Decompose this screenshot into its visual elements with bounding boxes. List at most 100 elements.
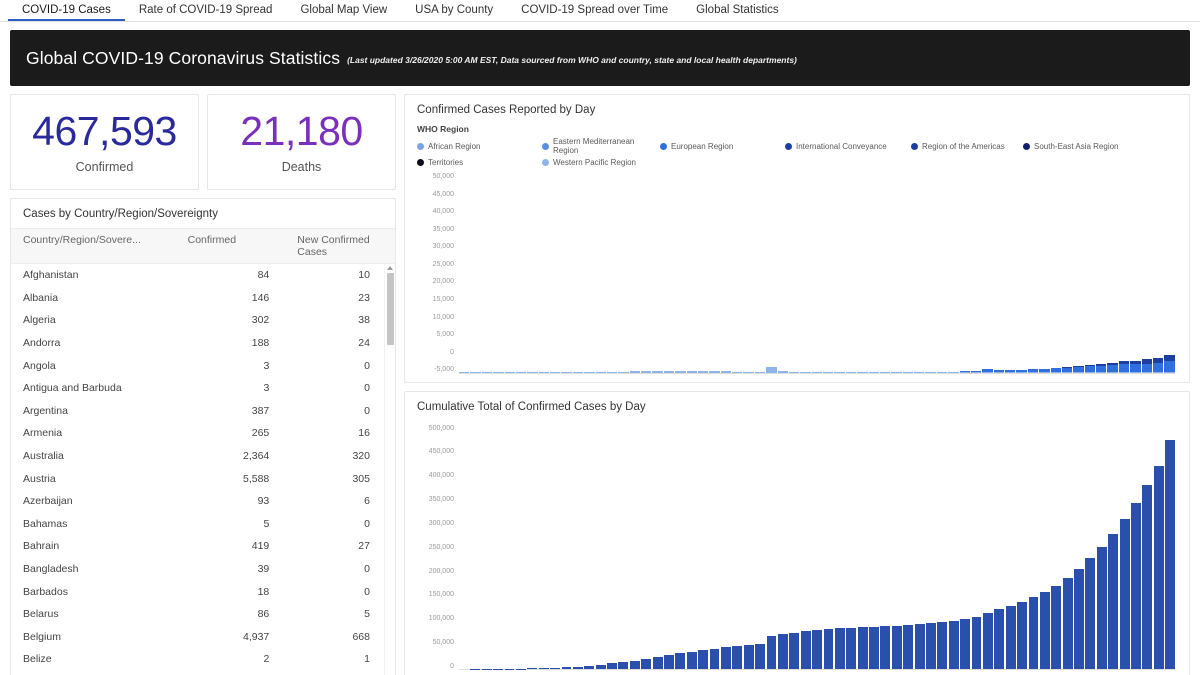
tab-global-map-view[interactable]: Global Map View — [286, 0, 401, 21]
daily-bar[interactable] — [470, 173, 480, 373]
daily-bar[interactable] — [709, 173, 719, 373]
daily-bar[interactable] — [1062, 173, 1072, 373]
daily-bar[interactable] — [1085, 173, 1095, 373]
cumulative-bar[interactable] — [607, 663, 617, 669]
table-row[interactable]: Antigua and Barbuda30 — [11, 377, 384, 400]
table-row[interactable]: Algeria30238 — [11, 309, 384, 332]
daily-bar[interactable] — [948, 173, 958, 373]
cumulative-bar[interactable] — [812, 630, 822, 669]
table-row[interactable]: Belgium4,937668 — [11, 626, 384, 649]
daily-bar[interactable] — [994, 173, 1004, 373]
cumulative-bar[interactable] — [949, 621, 959, 669]
daily-bar[interactable] — [834, 173, 844, 373]
daily-bar[interactable] — [982, 173, 992, 373]
daily-bar[interactable] — [527, 173, 537, 373]
cumulative-bar[interactable] — [880, 626, 890, 669]
cumulative-bar[interactable] — [653, 657, 663, 669]
daily-bar[interactable] — [1028, 173, 1038, 373]
table-row[interactable]: Benin60 — [11, 671, 384, 675]
scroll-up-arrow-icon[interactable] — [387, 266, 393, 270]
cumulative-bar[interactable] — [1029, 597, 1039, 669]
daily-bar[interactable] — [482, 173, 492, 373]
daily-bar[interactable] — [823, 173, 833, 373]
daily-bar[interactable] — [925, 173, 935, 373]
cumulative-bar[interactable] — [1085, 558, 1095, 669]
cumulative-bar[interactable] — [562, 667, 572, 669]
cumulative-bar[interactable] — [550, 668, 560, 669]
daily-bar[interactable] — [857, 173, 867, 373]
legend-item[interactable]: Eastern Mediterranean Region — [542, 137, 660, 155]
cumulative-bar[interactable] — [744, 645, 754, 669]
cumulative-bar[interactable] — [755, 644, 765, 670]
daily-bar[interactable] — [584, 173, 594, 373]
legend-item[interactable]: South-East Asia Region — [1023, 137, 1119, 155]
cumulative-bar[interactable] — [1142, 485, 1152, 669]
daily-bar[interactable] — [812, 173, 822, 373]
daily-bar[interactable] — [800, 173, 810, 373]
daily-bar[interactable] — [869, 173, 879, 373]
cumulative-bar[interactable] — [1063, 578, 1073, 669]
cumulative-bar[interactable] — [767, 636, 777, 669]
cumulative-bar[interactable] — [937, 622, 947, 669]
daily-bar[interactable] — [641, 173, 651, 373]
cumulative-bar[interactable] — [1108, 534, 1118, 669]
legend-item[interactable]: Western Pacific Region — [542, 158, 660, 167]
daily-bar[interactable] — [493, 173, 503, 373]
daily-bar[interactable] — [755, 173, 765, 373]
daily-bar[interactable] — [903, 173, 913, 373]
cumulative-bar[interactable] — [732, 646, 742, 669]
cumulative-bar[interactable] — [824, 629, 834, 669]
daily-bar[interactable] — [914, 173, 924, 373]
legend-item[interactable]: African Region — [417, 137, 542, 155]
daily-bar[interactable] — [459, 173, 469, 373]
table-scrollbar[interactable] — [384, 264, 395, 675]
daily-bar[interactable] — [891, 173, 901, 373]
daily-bar[interactable] — [630, 173, 640, 373]
tab-covid-19-cases[interactable]: COVID-19 Cases — [8, 0, 125, 21]
cumulative-bar[interactable] — [1074, 569, 1084, 669]
cumulative-bar[interactable] — [778, 634, 788, 669]
column-header-new-confirmed[interactable]: New Confirmed Cases — [291, 234, 395, 258]
cumulative-bar[interactable] — [892, 626, 902, 669]
table-row[interactable]: Australia2,364320 — [11, 445, 384, 468]
cumulative-bar[interactable] — [858, 627, 868, 669]
table-row[interactable]: Azerbaijan936 — [11, 490, 384, 513]
daily-bar[interactable] — [561, 173, 571, 373]
cumulative-bar[interactable] — [994, 609, 1004, 669]
cumulative-bar[interactable] — [687, 652, 697, 669]
daily-bar[interactable] — [618, 173, 628, 373]
daily-bar[interactable] — [675, 173, 685, 373]
cumulative-bar[interactable] — [789, 633, 799, 669]
daily-bar[interactable] — [539, 173, 549, 373]
daily-bar[interactable] — [846, 173, 856, 373]
daily-bar[interactable] — [1142, 173, 1152, 373]
daily-bar[interactable] — [971, 173, 981, 373]
cumulative-bar[interactable] — [698, 650, 708, 669]
daily-bar[interactable] — [1039, 173, 1049, 373]
tab-global-statistics[interactable]: Global Statistics — [682, 0, 792, 21]
table-row[interactable]: Andorra18824 — [11, 332, 384, 355]
daily-bar[interactable] — [1073, 173, 1083, 373]
cumulative-bar[interactable] — [539, 668, 549, 669]
cumulative-bar[interactable] — [1120, 519, 1130, 669]
daily-bar[interactable] — [1016, 173, 1026, 373]
daily-bar[interactable] — [778, 173, 788, 373]
cumulative-bar[interactable] — [664, 655, 674, 669]
daily-bar[interactable] — [505, 173, 515, 373]
table-row[interactable]: Bahrain41927 — [11, 535, 384, 558]
cumulative-bar[interactable] — [983, 613, 993, 669]
cumulative-bar[interactable] — [641, 659, 651, 669]
daily-bar[interactable] — [743, 173, 753, 373]
daily-bar[interactable] — [960, 173, 970, 373]
cumulative-bar[interactable] — [1017, 602, 1027, 669]
cumulative-bar[interactable] — [960, 619, 970, 669]
daily-bar[interactable] — [721, 173, 731, 373]
table-row[interactable]: Bahamas50 — [11, 513, 384, 536]
daily-bar[interactable] — [789, 173, 799, 373]
table-row[interactable]: Albania14623 — [11, 287, 384, 310]
table-row[interactable]: Bangladesh390 — [11, 558, 384, 581]
daily-bar[interactable] — [607, 173, 617, 373]
cumulative-bar[interactable] — [596, 665, 606, 669]
cumulative-bar[interactable] — [869, 627, 879, 669]
cumulative-bar[interactable] — [710, 649, 720, 669]
